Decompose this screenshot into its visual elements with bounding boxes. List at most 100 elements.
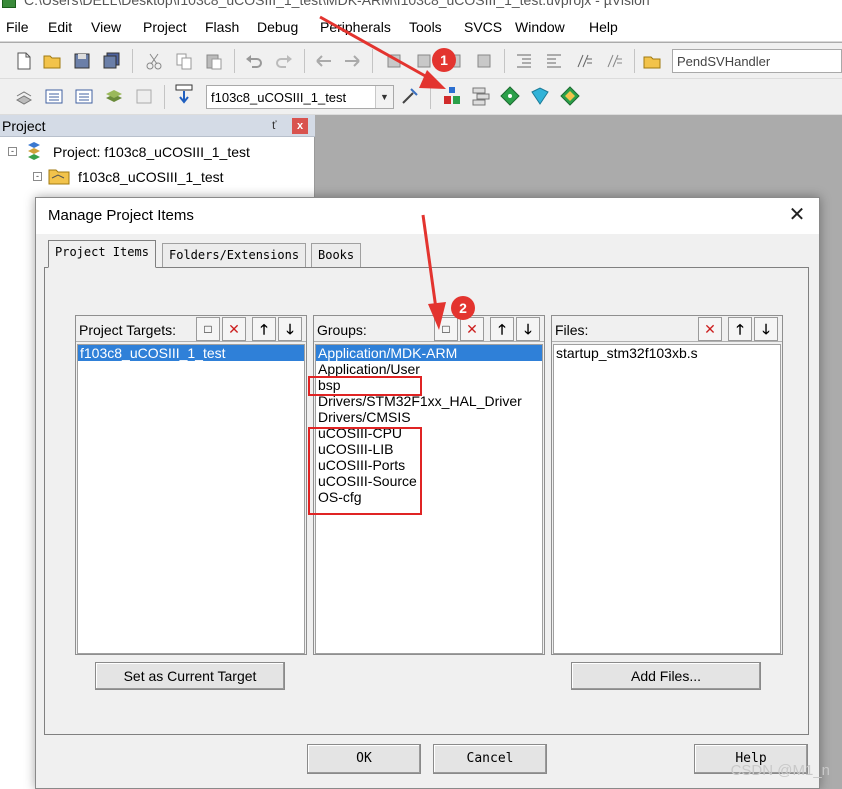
- list-item[interactable]: startup_stm32f103xb.s: [554, 345, 780, 361]
- manage-rte-icon[interactable]: [500, 86, 520, 106]
- groups-label: Groups:: [317, 322, 367, 338]
- target-combo-value: f103c8_uCOSIII_1_test: [211, 90, 347, 105]
- close-icon[interactable]: x: [292, 118, 308, 134]
- unindent-icon[interactable]: [544, 51, 564, 71]
- collapse-icon[interactable]: -: [33, 172, 42, 181]
- translate-icon[interactable]: [14, 86, 34, 106]
- manage-project-items-icon[interactable]: [442, 86, 462, 106]
- menu-svcs[interactable]: SVCS: [464, 19, 502, 35]
- chevron-down-icon: ▼: [375, 86, 393, 108]
- clear-bookmarks-icon[interactable]: [474, 51, 494, 71]
- dialog-title: Manage Project Items: [48, 207, 194, 224]
- menu-flash[interactable]: Flash: [205, 19, 239, 35]
- undo-icon[interactable]: [244, 51, 264, 71]
- find-in-files-icon[interactable]: [642, 51, 662, 71]
- new-target-button[interactable]: □: [196, 317, 220, 341]
- project-pane-header: Project ť x: [0, 115, 315, 137]
- step-marker-1: 1: [432, 48, 456, 72]
- dialog-title-bar: Manage Project Items ✕: [36, 198, 819, 234]
- menu-bar: File Edit View Project Flash Debug Perip…: [0, 12, 842, 42]
- uncomment-icon[interactable]: [604, 51, 624, 71]
- list-item[interactable]: Application/MDK-ARM: [316, 345, 542, 361]
- list-item[interactable]: Application/User: [316, 361, 542, 377]
- save-all-icon[interactable]: [102, 51, 122, 71]
- list-item[interactable]: Drivers/CMSIS: [316, 409, 542, 425]
- highlight-box-ucos-groups: [308, 427, 422, 515]
- menu-project[interactable]: Project: [143, 19, 187, 35]
- file-toolbar: PendSVHandler: [0, 43, 842, 79]
- cancel-button[interactable]: Cancel: [433, 744, 547, 774]
- target-options-icon[interactable]: [400, 86, 420, 106]
- manage-project-items-dialog: Manage Project Items ✕ Project Items Fol…: [35, 197, 820, 789]
- add-files-button[interactable]: Add Files...: [571, 662, 761, 690]
- step-marker-2: 2: [451, 296, 475, 320]
- menu-window[interactable]: Window: [515, 19, 565, 35]
- menu-file[interactable]: File: [6, 19, 29, 35]
- menu-debug[interactable]: Debug: [257, 19, 298, 35]
- files-list[interactable]: startup_stm32f103xb.s: [553, 344, 781, 654]
- download-icon[interactable]: [174, 84, 194, 104]
- files-label: Files:: [555, 322, 589, 338]
- function-combo[interactable]: PendSVHandler: [672, 49, 842, 73]
- cut-icon[interactable]: [144, 51, 164, 71]
- target-folder-icon: [48, 169, 70, 185]
- highlight-box-bsp: [308, 376, 422, 396]
- menu-edit[interactable]: Edit: [48, 19, 72, 35]
- pack-installer-icon[interactable]: [530, 86, 550, 106]
- watermark: CSDN @M1_n: [730, 762, 830, 779]
- list-item[interactable]: f103c8_uCOSIII_1_test: [78, 345, 304, 361]
- new-group-button[interactable]: □: [434, 317, 458, 341]
- delete-target-button[interactable]: ✕: [222, 317, 246, 341]
- menu-peripherals[interactable]: Peripherals: [320, 19, 391, 35]
- collapse-icon[interactable]: -: [8, 147, 17, 156]
- window-title-bar: C:\Users\DELL\Desktop\f103c8_uCOSIII_1_t…: [0, 0, 842, 12]
- tab-folders-extensions[interactable]: Folders/Extensions: [162, 243, 307, 267]
- project-targets-label: Project Targets:: [79, 322, 177, 338]
- files-box: Files: ✕ 🡑 🡓 startup_stm32f103xb.s: [551, 315, 783, 655]
- nav-back-icon[interactable]: [314, 51, 334, 71]
- copy-icon[interactable]: [174, 51, 194, 71]
- batch-build-icon[interactable]: [104, 86, 124, 106]
- select-packs-icon[interactable]: [471, 86, 491, 106]
- stop-build-icon[interactable]: [134, 86, 154, 106]
- ok-button[interactable]: OK: [307, 744, 421, 774]
- redo-icon[interactable]: [274, 51, 294, 71]
- project-target[interactable]: f103c8_uCOSIII_1_test: [78, 169, 224, 185]
- build-toolbar: f103c8_uCOSIII_1_test ▼: [0, 79, 842, 115]
- set-current-target-button[interactable]: Set as Current Target: [95, 662, 285, 690]
- move-group-up-button[interactable]: 🡑: [490, 317, 514, 341]
- pin-icon[interactable]: ť: [272, 118, 277, 132]
- indent-icon[interactable]: [514, 51, 534, 71]
- rebuild-icon[interactable]: [74, 86, 94, 106]
- tab-books[interactable]: Books: [311, 243, 362, 267]
- menu-help[interactable]: Help: [589, 19, 618, 35]
- close-icon[interactable]: ✕: [785, 204, 809, 228]
- build-icon[interactable]: [44, 86, 64, 106]
- delete-group-button[interactable]: ✕: [460, 317, 484, 341]
- function-combo-value: PendSVHandler: [677, 54, 771, 69]
- open-folder-icon[interactable]: [42, 51, 62, 71]
- pack-manager-icon[interactable]: [560, 86, 580, 106]
- tab-project-items[interactable]: Project Items: [48, 240, 156, 268]
- paste-icon[interactable]: [204, 51, 224, 71]
- move-file-up-button[interactable]: 🡑: [728, 317, 752, 341]
- save-icon[interactable]: [72, 51, 92, 71]
- menu-tools[interactable]: Tools: [409, 19, 442, 35]
- menu-view[interactable]: View: [91, 19, 121, 35]
- project-root[interactable]: Project: f103c8_uCOSIII_1_test: [53, 144, 250, 160]
- move-target-down-button[interactable]: 🡓: [278, 317, 302, 341]
- prev-bookmark-icon[interactable]: [414, 51, 434, 71]
- app-icon: [2, 0, 16, 8]
- delete-file-button[interactable]: ✕: [698, 317, 722, 341]
- comment-icon[interactable]: [574, 51, 594, 71]
- move-group-down-button[interactable]: 🡓: [516, 317, 540, 341]
- project-targets-list[interactable]: f103c8_uCOSIII_1_test: [77, 344, 305, 654]
- project-items-panel: Project Targets: □ ✕ 🡑 🡓 f103c8_uCOSIII_…: [44, 267, 809, 735]
- nav-forward-icon[interactable]: [342, 51, 362, 71]
- target-combo[interactable]: f103c8_uCOSIII_1_test ▼: [206, 85, 394, 109]
- new-file-icon[interactable]: [14, 51, 34, 71]
- move-target-up-button[interactable]: 🡑: [252, 317, 276, 341]
- window-title: C:\Users\DELL\Desktop\f103c8_uCOSIII_1_t…: [24, 0, 650, 8]
- move-file-down-button[interactable]: 🡓: [754, 317, 778, 341]
- bookmark-icon[interactable]: [384, 51, 404, 71]
